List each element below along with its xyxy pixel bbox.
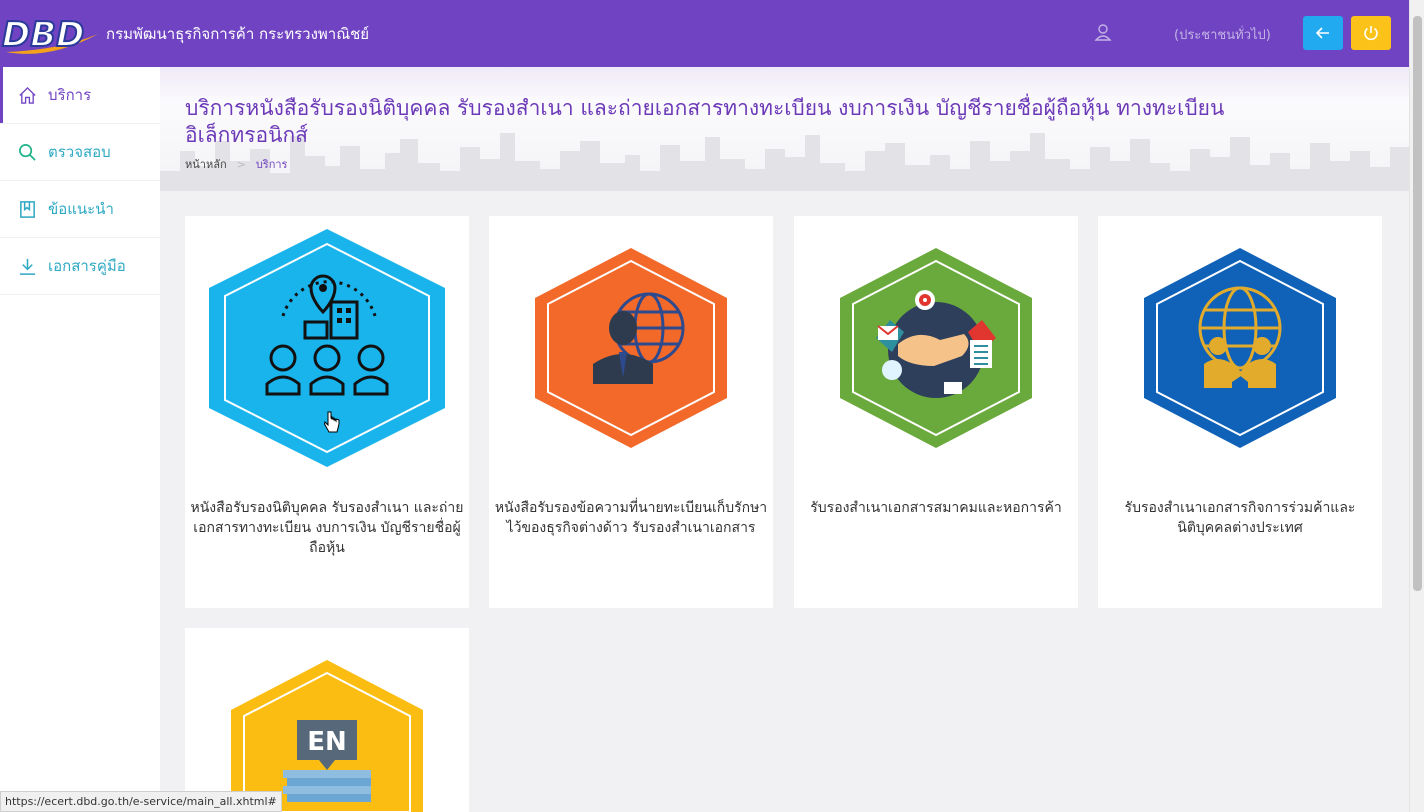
power-button[interactable] (1351, 16, 1391, 50)
sidebar-item-advice[interactable]: ข้อแนะนำ (0, 181, 160, 238)
sidebar-item-label: ตรวจสอบ (48, 143, 111, 161)
service-card-label: รับรองสำเนาเอกสารสมาคมและหอการค้า (810, 500, 1062, 516)
pointer-cursor-icon (324, 411, 340, 433)
service-card-foreign-business[interactable]: หนังสือรับรองข้อความที่นายทะเบียนเก็บรัก… (489, 216, 773, 608)
sidebar-item-check[interactable]: ตรวจสอบ (0, 124, 160, 181)
back-button[interactable] (1303, 16, 1343, 50)
sidebar-item-label: บริการ (48, 86, 92, 104)
global-partners-icon (1144, 248, 1336, 448)
page-title: บริการหนังสือรับรองนิติบุคคล รับรองสำเนา… (185, 96, 1225, 147)
location-people-icon (209, 229, 445, 467)
user-icon[interactable] (1094, 23, 1112, 41)
sidebar-item-label: ข้อแนะนำ (48, 200, 114, 218)
sidebar-item-services[interactable]: บริการ (0, 67, 160, 124)
book-icon (20, 200, 35, 218)
power-icon (1364, 26, 1378, 41)
en-document-icon: EN (231, 660, 423, 812)
handshake-icon (840, 248, 1032, 448)
status-bar-url: https://ecert.dbd.go.th/e-service/main_a… (0, 791, 282, 812)
service-card-label: รับรองสำเนาเอกสารกิจการร่วมค้าและนิติบุค… (1124, 500, 1356, 536)
service-card-association[interactable]: รับรองสำเนาเอกสารสมาคมและหอการค้า (794, 216, 1078, 608)
breadcrumb: หน้าหลัก > บริการ (185, 155, 287, 173)
service-card-joint-venture[interactable]: รับรองสำเนาเอกสารกิจการร่วมค้าและนิติบุค… (1098, 216, 1382, 608)
org-name: กรมพัฒนาธุรกิจการค้า กระทรวงพาณิชย์ (106, 25, 370, 43)
user-role[interactable]: (ประชาชนทั่วไป) (1174, 24, 1271, 45)
dbd-logo[interactable]: DBD (0, 10, 102, 58)
page-hero: บริการหนังสือรับรองนิติบุคคล รับรองสำเนา… (160, 67, 1409, 191)
download-icon (19, 258, 36, 275)
scrollbar-thumb[interactable] (1413, 16, 1422, 591)
svg-text:EN: EN (307, 727, 347, 757)
sidebar-item-label: เอกสารคู่มือ (48, 257, 126, 275)
home-icon (19, 86, 36, 104)
sidebar-item-manual[interactable]: เอกสารคู่มือ (0, 238, 160, 295)
service-card-label: หนังสือรับรองข้อความที่นายทะเบียนเก็บรัก… (494, 500, 768, 536)
breadcrumb-current: บริการ (255, 158, 288, 171)
foreign-business-icon (535, 248, 727, 448)
breadcrumb-home[interactable]: หน้าหลัก (185, 155, 227, 173)
service-card-english-document[interactable]: EN (185, 628, 469, 812)
svg-text:DBD: DBD (2, 15, 84, 55)
breadcrumb-separator: > (236, 157, 246, 171)
arrow-left-icon (1315, 27, 1329, 39)
vertical-scrollbar[interactable] (1409, 0, 1424, 812)
sidebar: บริการ ตรวจสอบ ข้อแนะนำ เอกสารคู่มือ (0, 67, 160, 812)
search-icon (19, 143, 36, 161)
service-card-label: หนังสือรับรองนิติบุคคล รับรองสำเนา และถ่… (190, 500, 464, 556)
top-header: DBD กรมพัฒนาธุรกิจการค้า กระทรวงพาณิชย์ … (0, 0, 1409, 67)
